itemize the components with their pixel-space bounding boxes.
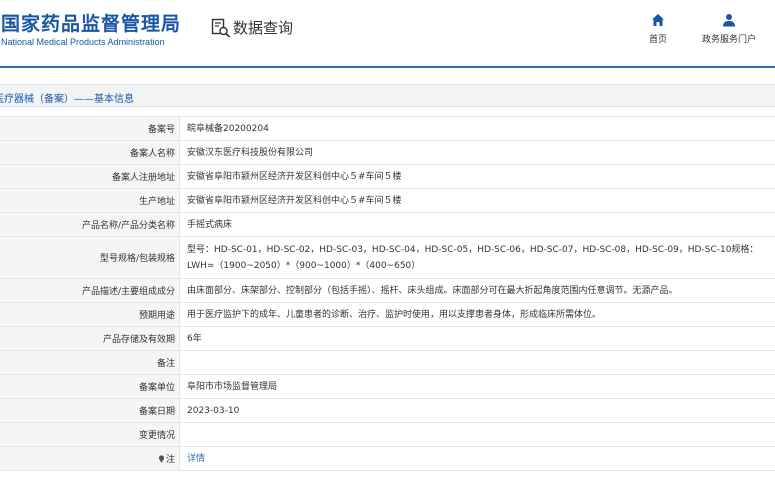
row-label: 备案单位 — [0, 374, 180, 399]
row-value: 用于医疗监护下的成年、儿童患者的诊断、治疗、监护时使用，用以支撑患者身体，形成临… — [179, 302, 775, 327]
row-value: 2023-03-10 — [179, 398, 775, 423]
row-value: 6年 — [179, 326, 775, 351]
row-label: 备案日期 — [0, 398, 180, 423]
table-row: 生产地址 安徽省阜阳市颍州区经济开发区科创中心５#车间５楼 — [0, 188, 775, 213]
data-query-link[interactable]: 数据查询 — [211, 17, 293, 38]
row-value: 皖阜械备20200204 — [179, 116, 775, 141]
site-header: 国家药品监督管理局 National Medical Products Admi… — [0, 0, 775, 66]
nav-home[interactable]: 首页 — [645, 13, 671, 45]
row-value: 安徽省阜阳市颍州区经济开发区科创中心５#车间５楼 — [179, 188, 775, 213]
table-row: 预期用途 用于医疗监护下的成年、儿童患者的诊断、治疗、监护时使用，用以支撑患者身… — [0, 302, 775, 327]
nav-home-label: 首页 — [648, 35, 667, 45]
row-label: 备案人名称 — [0, 140, 180, 165]
header-divider — [0, 66, 775, 68]
table-row: 备案人注册地址 安徽省阜阳市颍州区经济开发区科创中心５#车间５楼 — [0, 164, 775, 189]
table-row: 注 详情 — [0, 446, 775, 471]
table-row: 产品名称/产品分类名称 手摇式病床 — [0, 212, 775, 237]
row-label: 型号规格/包装规格 — [0, 236, 180, 279]
row-label: 备注 — [0, 350, 180, 375]
table-row: 变更情况 — [0, 422, 775, 447]
row-label: 产品描述/主要组成成分 — [0, 278, 180, 303]
row-label: 备案号 — [0, 116, 180, 141]
row-value: 型号：HD-SC-01，HD-SC-02，HD-SC-03，HD-SC-04，H… — [179, 236, 775, 279]
table-row: 备案日期 2023-03-10 — [0, 398, 775, 423]
record-info-table: 备案号 皖阜械备20200204 备案人名称 安徽汉东医疗科技股份有限公司 备案… — [0, 116, 775, 471]
home-icon — [652, 14, 664, 26]
nav-gov-label: 政务服务门户 — [701, 35, 756, 45]
table-row: 产品存储及有效期 6年 — [0, 326, 775, 351]
row-value: 详情 — [179, 446, 775, 471]
row-label: 生产地址 — [0, 188, 180, 213]
row-value: 阜阳市市场监督管理局 — [179, 374, 775, 399]
row-value — [179, 422, 775, 447]
section-header: 医疗器械（备案）——基本信息 — [0, 84, 775, 107]
note-label-cell: 注 — [0, 446, 180, 471]
row-label: 预期用途 — [0, 302, 180, 327]
row-label: 变更情况 — [0, 422, 180, 447]
row-label: 注 — [165, 455, 175, 465]
row-value: 由床面部分、床架部分、控制部分（包括手摇）、摇杆、床头组成。床面部分可在最大折起… — [179, 278, 775, 303]
data-query-label: 数据查询 — [233, 19, 294, 37]
row-value: 安徽省阜阳市颍州区经济开发区科创中心５#车间５楼 — [179, 164, 775, 189]
row-value — [179, 350, 775, 375]
nav-gov-service-portal[interactable]: 政务服务门户 — [697, 13, 761, 45]
section-title: 医疗器械（备案）——基本信息 — [0, 94, 134, 105]
table-row: 型号规格/包装规格 型号：HD-SC-01，HD-SC-02，HD-SC-03，… — [0, 236, 775, 279]
row-value: 手摇式病床 — [179, 212, 775, 237]
pin-icon — [158, 455, 165, 463]
table-row: 备注 — [0, 350, 775, 375]
table-row: 产品描述/主要组成成分 由床面部分、床架部分、控制部分（包括手摇）、摇杆、床头组… — [0, 278, 775, 303]
row-label: 产品名称/产品分类名称 — [0, 212, 180, 237]
table-row: 备案号 皖阜械备20200204 — [0, 116, 775, 141]
logo-chinese-title[interactable]: 国家药品监督管理局 — [1, 9, 181, 36]
table-row: 备案人名称 安徽汉东医疗科技股份有限公司 — [0, 140, 775, 165]
row-label: 备案人注册地址 — [0, 164, 180, 189]
details-link[interactable]: 详情 — [187, 454, 205, 464]
table-row: 备案单位 阜阳市市场监督管理局 — [0, 374, 775, 399]
row-label: 产品存储及有效期 — [0, 326, 180, 351]
logo-english-title[interactable]: National Medical Products Administration — [1, 37, 165, 47]
user-icon — [723, 14, 735, 27]
row-value: 安徽汉东医疗科技股份有限公司 — [179, 140, 775, 165]
document-search-icon — [211, 18, 231, 38]
